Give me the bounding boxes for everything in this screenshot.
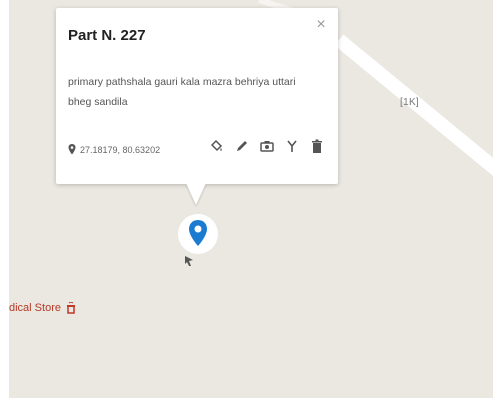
route-icon[interactable] bbox=[285, 138, 299, 154]
coordinates-row: 27.18179, 80.63202 bbox=[68, 144, 160, 155]
store-poi[interactable]: dical Store bbox=[9, 302, 77, 314]
trash-icon[interactable] bbox=[310, 138, 324, 154]
paint-bucket-icon[interactable] bbox=[210, 138, 224, 154]
camera-icon[interactable] bbox=[260, 138, 274, 154]
shop-icon bbox=[66, 302, 75, 314]
close-button[interactable]: × bbox=[314, 17, 328, 33]
cursor-icon bbox=[185, 256, 193, 266]
road-label: [1K] bbox=[400, 97, 419, 108]
info-title: Part N. 227 bbox=[68, 27, 146, 44]
location-icon bbox=[68, 144, 76, 155]
toolbar bbox=[210, 138, 324, 154]
road bbox=[334, 34, 493, 176]
pencil-icon[interactable] bbox=[235, 138, 249, 154]
info-window-pointer bbox=[186, 183, 206, 205]
info-description: primary pathshala gauri kala mazra behri… bbox=[68, 76, 296, 108]
store-label: dical Store bbox=[9, 302, 61, 314]
info-window: × Part N. 227 primary pathshala gauri ka… bbox=[56, 8, 338, 184]
coordinates-text: 27.18179, 80.63202 bbox=[80, 144, 161, 155]
